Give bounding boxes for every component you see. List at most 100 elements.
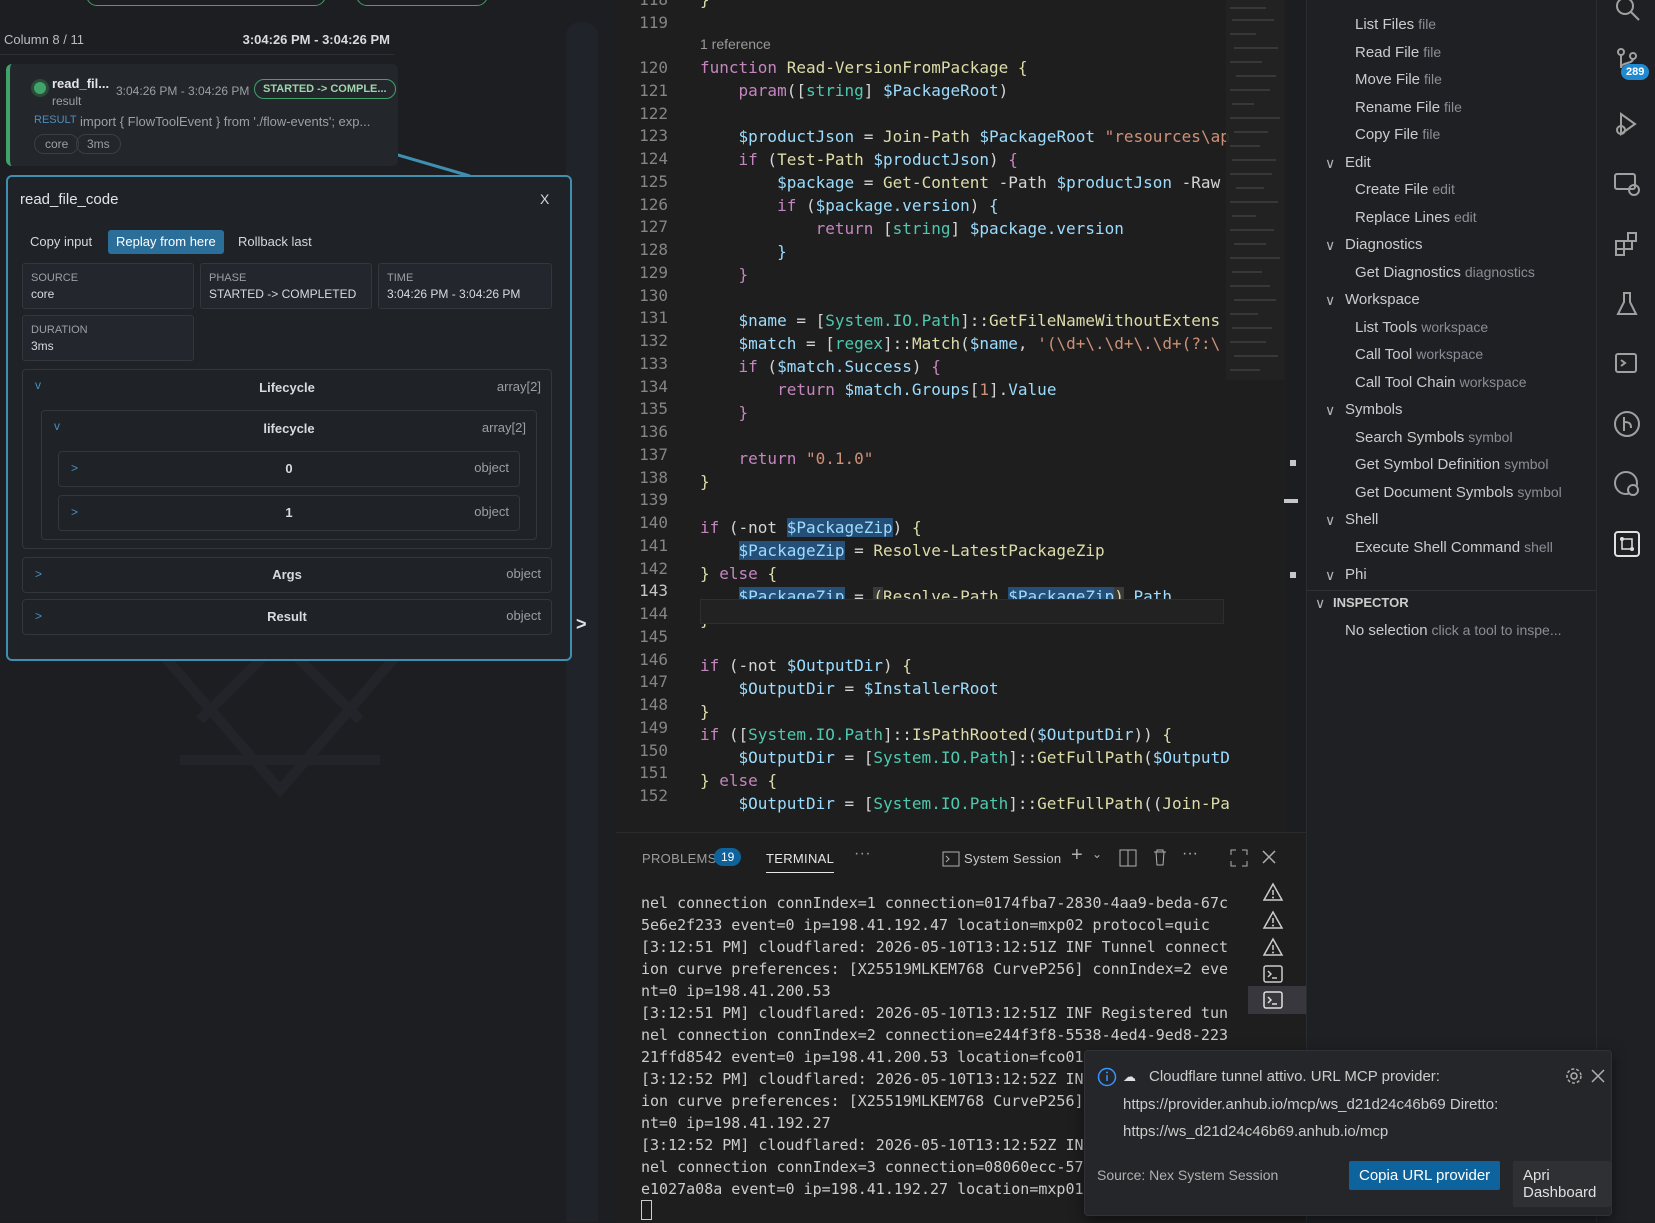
git-graph-icon[interactable] [1613, 410, 1641, 438]
tab-problems[interactable]: PROBLEMS [642, 851, 717, 866]
rollback-button[interactable]: Rollback last [230, 230, 320, 254]
line-number: 141 [639, 535, 668, 555]
terminal-icon [1263, 991, 1283, 1009]
tool-item[interactable]: Move File file [1355, 71, 1442, 88]
copy-input-button[interactable]: Copy input [22, 230, 100, 254]
tool-item[interactable]: Get Document Symbols symbol [1355, 484, 1562, 501]
line-number: 139 [639, 490, 668, 510]
tool-group-header[interactable]: Workspace [1345, 291, 1420, 308]
tool-item[interactable]: Call Tool Chain workspace [1355, 374, 1527, 391]
inspector-empty-label: No selection [1345, 621, 1428, 639]
filter-pill[interactable] [356, 0, 488, 6]
line-number: 127 [639, 217, 668, 237]
warning-icon[interactable] [1262, 910, 1284, 930]
close-icon[interactable]: X [540, 191, 549, 207]
chevron-down-icon[interactable]: ∨ [1325, 155, 1335, 172]
tab-terminal[interactable]: TERMINAL [766, 851, 835, 873]
tool-category: edit [1432, 181, 1455, 197]
replay-button[interactable]: Replay from here [108, 230, 224, 254]
session-selector[interactable]: System Session [964, 851, 1061, 866]
lifecycle-item[interactable]: > 0 object [58, 451, 520, 487]
line-number: 145 [639, 626, 668, 646]
chevron-down-icon[interactable]: ⌄ [1092, 847, 1102, 861]
tool-item[interactable]: List Tools workspace [1355, 319, 1488, 336]
chevron-down-icon[interactable]: ∨ [1325, 237, 1335, 254]
activity-bar: 289 [1596, 0, 1655, 1222]
line-number: 137 [639, 444, 668, 464]
trash-icon[interactable] [1152, 848, 1168, 866]
result-section[interactable]: > Result object [22, 599, 552, 635]
lifecycle-item[interactable]: > 1 object [58, 495, 520, 531]
tool-item[interactable]: Call Tool workspace [1355, 346, 1483, 363]
tool-item[interactable]: Replace Lines edit [1355, 209, 1477, 226]
line-number: 132 [639, 331, 668, 350]
chevron-down-icon[interactable]: ∨ [1315, 595, 1325, 612]
flow-icon[interactable] [1613, 530, 1641, 558]
column-time: 3:04:26 PM - 3:04:26 PM [242, 32, 390, 47]
timeline-icon[interactable] [1613, 470, 1641, 498]
chevron-down-icon[interactable]: ∨ [1325, 567, 1335, 584]
tool-item[interactable]: List Files file [1355, 16, 1436, 33]
tool-label: List Files [1355, 16, 1415, 33]
search-icon[interactable] [1613, 0, 1641, 22]
tool-group-header[interactable]: Phi [1345, 566, 1367, 583]
terminal-icon[interactable] [1613, 350, 1641, 378]
testing-icon[interactable] [1613, 290, 1641, 318]
chevron-down-icon[interactable]: ∨ [1325, 292, 1335, 309]
tool-category: file [1422, 126, 1441, 142]
terminal-icon[interactable] [1262, 964, 1284, 984]
codelens-references[interactable]: 1 reference [700, 36, 771, 52]
run-debug-icon[interactable] [1613, 110, 1641, 138]
extensions-icon[interactable] [1613, 230, 1641, 258]
filter-pill[interactable] [86, 0, 326, 6]
tool-item[interactable]: Execute Shell Command shell [1355, 539, 1553, 556]
close-icon[interactable] [1591, 1069, 1605, 1083]
flow-panel: Column 8 / 11 3:04:26 PM - 3:04:26 PM re… [0, 0, 616, 1222]
terminal-line: nt=0 ip=198.41.200.53 [641, 982, 831, 1000]
line-number: 142 [639, 558, 668, 578]
inspector-header[interactable]: INSPECTOR [1333, 595, 1409, 610]
tool-item[interactable]: Copy File file [1355, 126, 1440, 143]
lifecycle-inner-header[interactable]: v lifecycle array[2] [42, 411, 536, 445]
warning-icon[interactable] [1262, 937, 1284, 957]
tool-item[interactable]: Get Symbol Definition symbol [1355, 456, 1548, 473]
args-section[interactable]: > Args object [22, 557, 552, 593]
tool-group-header[interactable]: Shell [1345, 511, 1378, 528]
line-number: 124 [639, 149, 668, 168]
tool-item[interactable]: Create File edit [1355, 181, 1455, 198]
tool-item[interactable]: Read File file [1355, 44, 1441, 61]
more-actions-icon[interactable]: ··· [854, 845, 871, 863]
tool-item[interactable]: Rename File file [1355, 99, 1462, 116]
active-terminal-row[interactable] [1248, 986, 1306, 1014]
maximize-icon[interactable] [1230, 849, 1248, 867]
chevron-down-icon[interactable]: ∨ [1325, 512, 1335, 529]
chevron-down-icon[interactable]: ∨ [1325, 402, 1335, 419]
close-icon[interactable] [1262, 850, 1276, 864]
tool-group-header[interactable]: Edit [1345, 154, 1371, 171]
remote-explorer-icon[interactable] [1613, 170, 1641, 198]
code-editor[interactable]: 118 119 120 121 122 123 124 125 126 127 128 129 130 1… [616, 0, 1286, 832]
lifecycle-inner-section: v lifecycle array[2] > 0 object > 1 obje… [41, 410, 537, 540]
ellipsis-icon[interactable]: ··· [1182, 845, 1198, 863]
lifecycle-header[interactable]: v Lifecycle array[2] [23, 370, 551, 404]
copy-url-button[interactable]: Copia URL provider [1349, 1161, 1501, 1190]
tool-item[interactable]: Search Symbols symbol [1355, 429, 1513, 446]
tool-category: symbol [1517, 483, 1562, 500]
open-dashboard-button[interactable]: Apri Dashboard [1513, 1161, 1611, 1207]
scroll-marker [1284, 499, 1298, 503]
new-terminal-icon[interactable]: + [1071, 844, 1083, 867]
minimap[interactable] [1226, 0, 1284, 380]
gear-icon[interactable] [1565, 1067, 1583, 1085]
expand-panel-button[interactable]: > [576, 614, 587, 635]
tool-label: Rename File [1355, 98, 1441, 116]
tool-item[interactable]: Get Diagnostics diagnostics [1355, 264, 1535, 281]
tool-category: file [1418, 16, 1437, 32]
flow-node-card[interactable]: read_fil... result 3:04:26 PM - 3:04:26 … [6, 64, 398, 166]
result-label: RESULT [34, 114, 77, 126]
tool-group-header[interactable]: Symbols [1345, 401, 1403, 418]
warning-icon[interactable] [1262, 882, 1284, 902]
split-terminal-icon[interactable] [1119, 849, 1137, 867]
line-number: 125 [639, 171, 668, 191]
duration-field: DURATION 3ms [22, 315, 194, 361]
tool-group-header[interactable]: Diagnostics [1345, 236, 1423, 253]
